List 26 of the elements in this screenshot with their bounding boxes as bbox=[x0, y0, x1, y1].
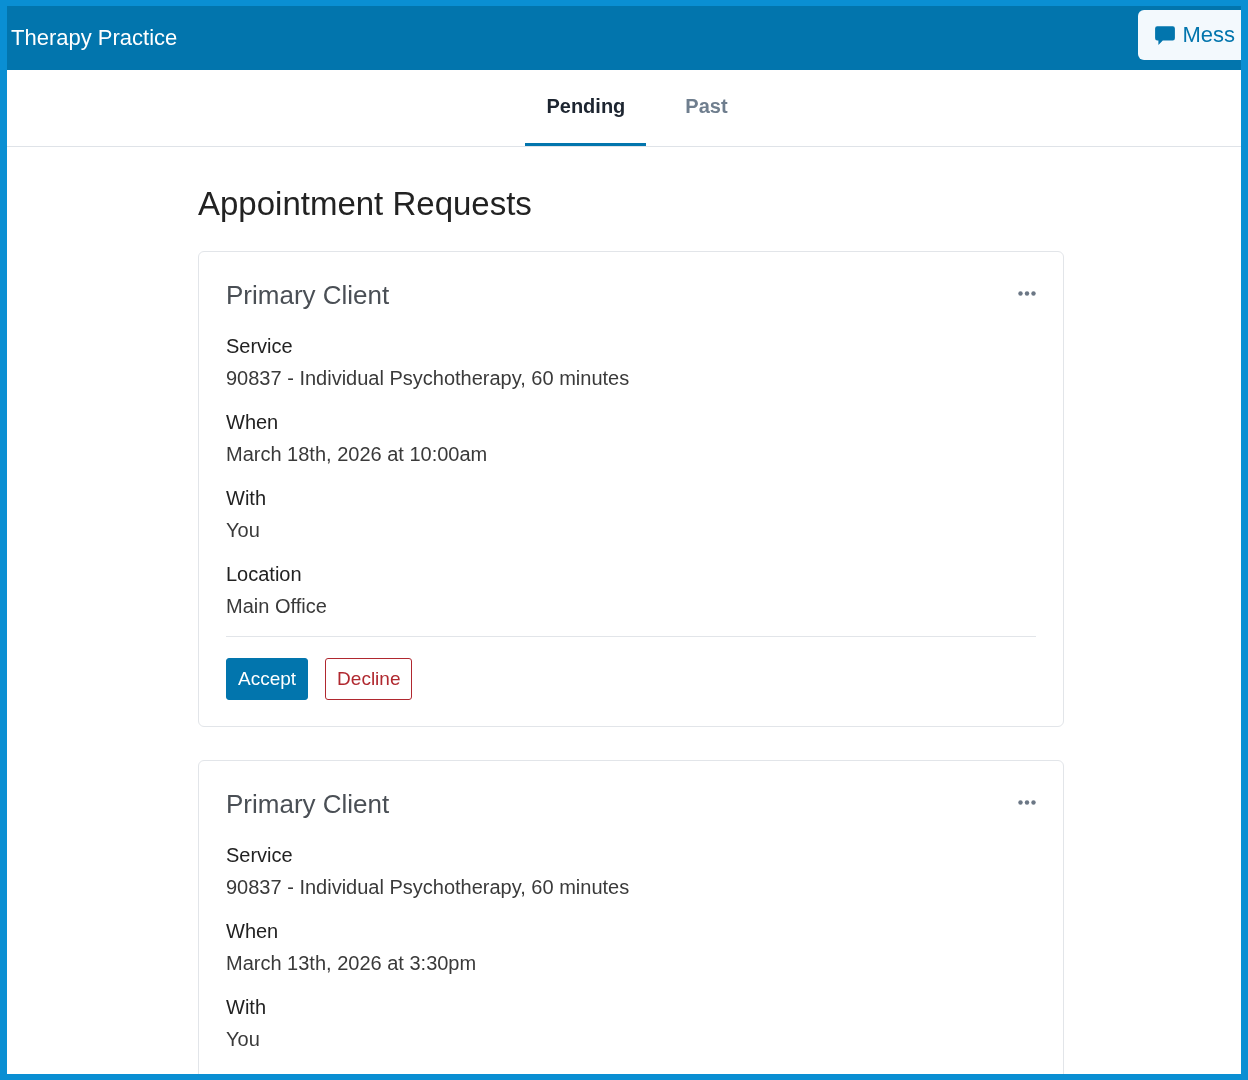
field-label: When bbox=[226, 410, 280, 435]
field-value: You bbox=[226, 1027, 261, 1052]
more-options-icon[interactable] bbox=[1018, 800, 1036, 805]
field-label: With bbox=[226, 995, 267, 1020]
speech-bubble-icon bbox=[1154, 24, 1177, 46]
field-value: Main Office bbox=[226, 594, 328, 619]
field-value: March 13th, 2026 at 3:30pm bbox=[226, 951, 478, 976]
field-label: Service bbox=[226, 334, 294, 359]
client-name: Primary Client bbox=[226, 279, 390, 312]
accept-button[interactable]: Accept bbox=[226, 658, 309, 700]
messages-button[interactable]: Mess bbox=[1138, 10, 1241, 60]
field-label: When bbox=[226, 919, 280, 944]
tab[interactable]: Pending bbox=[525, 70, 647, 146]
field-label: Service bbox=[226, 843, 294, 868]
page-title: Appointment Requests bbox=[198, 185, 533, 223]
field-label: With bbox=[226, 486, 267, 511]
field-label: Location bbox=[226, 562, 303, 587]
app-title: Therapy Practice bbox=[11, 25, 178, 51]
decline-button[interactable]: Decline bbox=[325, 658, 413, 700]
field-value: March 18th, 2026 at 10:00am bbox=[226, 442, 489, 467]
more-options-icon[interactable] bbox=[1018, 291, 1036, 296]
field-value: 90837 - Individual Psychotherapy, 60 minutes bbox=[226, 366, 631, 391]
field-value: 90837 - Individual Psychotherapy, 60 minutes bbox=[226, 875, 631, 900]
field-value: You bbox=[226, 518, 261, 543]
client-name: Primary Client bbox=[226, 788, 390, 821]
tab[interactable]: Past bbox=[664, 70, 749, 146]
